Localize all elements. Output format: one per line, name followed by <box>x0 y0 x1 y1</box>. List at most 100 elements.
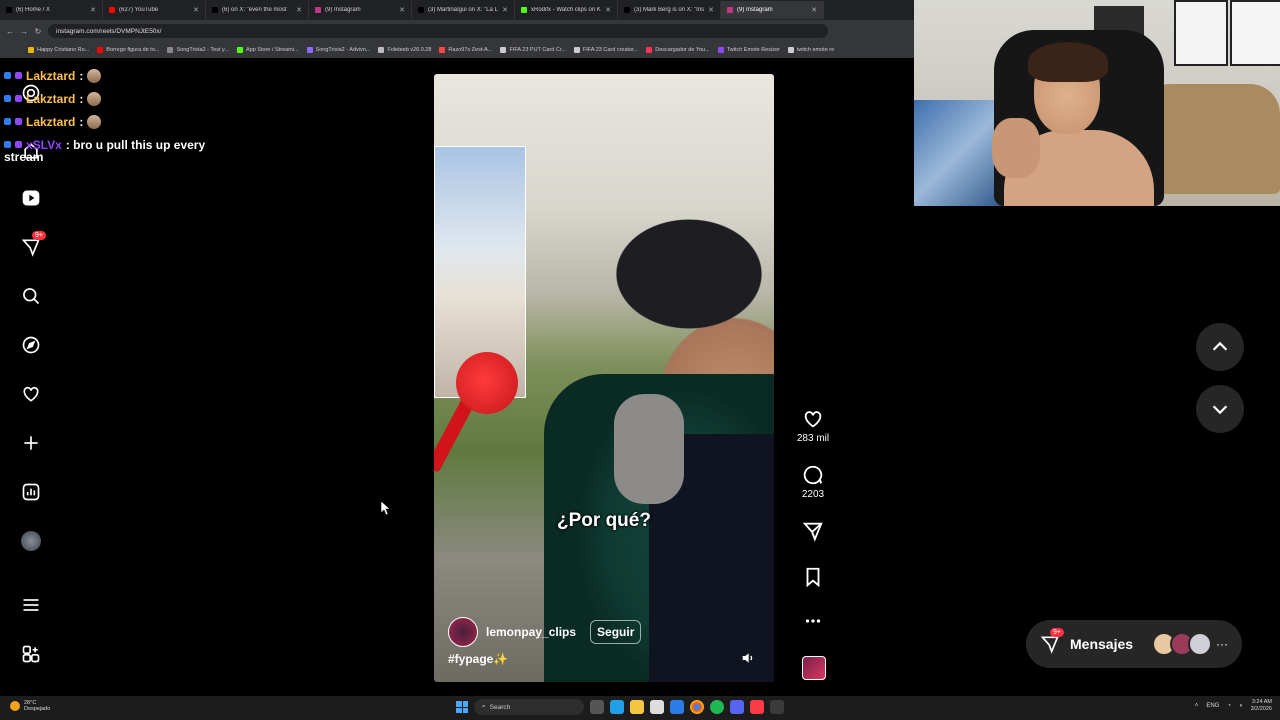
bookmark-item[interactable]: Descargador de You... <box>646 47 710 53</box>
more-options-icon[interactable] <box>796 610 830 632</box>
chat-badge-icon <box>4 141 11 148</box>
discord-icon[interactable] <box>730 700 744 714</box>
author-avatar[interactable] <box>448 617 478 647</box>
chat-text: : <box>79 91 84 106</box>
chevron-down-icon <box>1212 405 1228 415</box>
bookmark-item[interactable]: FIFA 23 PUT Card Cr... <box>500 47 566 53</box>
bookmark-item[interactable]: FIFA 23 Card creator... <box>573 47 639 53</box>
tab-favicon <box>624 7 630 13</box>
language-indicator[interactable]: ENG <box>1206 703 1219 709</box>
back-icon[interactable]: ← <box>6 27 14 36</box>
comment-icon[interactable] <box>802 464 824 486</box>
tab-close-icon[interactable]: ✕ <box>399 6 405 14</box>
bookmark-label: SongTrivia2 - Test y... <box>176 47 229 53</box>
bookmark-item[interactable]: twitch emote re <box>787 47 834 53</box>
wifi-icon[interactable]: ◔ <box>1227 703 1231 709</box>
browser-tab[interactable]: (627) YouTube ✕ <box>103 1 206 19</box>
next-reel-button[interactable] <box>1196 385 1244 433</box>
profile-avatar[interactable] <box>18 528 44 554</box>
reels-icon[interactable] <box>18 185 44 211</box>
reel-video[interactable]: ¿Por qué? lemonpay_clips Seguir #fypage✨ <box>434 74 774 682</box>
bookmark-item[interactable]: Twitch Emote Resizer <box>717 47 780 53</box>
video-caption: ¿Por qué? <box>557 510 651 531</box>
tab-close-icon[interactable]: ✕ <box>193 6 199 14</box>
obs-icon[interactable] <box>770 700 784 714</box>
bookmark-item[interactable]: App Store / Streami... <box>236 47 299 53</box>
heart-icon[interactable] <box>18 381 44 407</box>
clock[interactable]: 3:24 AM 3/2/2026 <box>1251 699 1272 713</box>
store-icon[interactable] <box>650 700 664 714</box>
menu-icon[interactable] <box>18 592 44 618</box>
dashboard-icon[interactable] <box>18 479 44 505</box>
previous-reel-button[interactable] <box>1196 323 1244 371</box>
bookmark-item[interactable]: SongTrivia2 - Test y... <box>167 47 229 53</box>
task-view-icon[interactable] <box>590 700 604 714</box>
bookmark-item[interactable]: Razo97s Zest-A... <box>439 47 492 53</box>
more-dots-icon: ··· <box>1216 637 1228 651</box>
browser-tab-bar: (6) Home / X ✕ (627) YouTube ✕ (6) on X: "ev… <box>0 0 914 20</box>
bookmark-item[interactable]: SongTrivia2 - Advivn... <box>306 47 370 53</box>
bookmark-item[interactable]: Happy Cristiano Ro... <box>28 47 89 53</box>
chat-badge-icon <box>15 118 22 125</box>
like-heart-icon[interactable] <box>802 408 824 430</box>
bookmark-favicon <box>439 47 446 53</box>
tab-close-icon[interactable]: ✕ <box>708 6 714 14</box>
browser-tab[interactable]: (6) Home / X ✕ <box>0 1 103 19</box>
weather-widget[interactable]: 28°C Despejado <box>10 700 50 712</box>
browser-tab[interactable]: (3) MartinaIgui on X: "La Liga ✕ <box>412 1 515 19</box>
browser-tab[interactable]: (6) on X: "even the most ✕ <box>206 1 309 19</box>
sun-icon <box>10 701 20 711</box>
browser-tab[interactable]: xRodifx - Watch clips on Kick ✕ <box>515 1 618 19</box>
tab-close-icon[interactable]: ✕ <box>605 6 611 14</box>
follow-button[interactable]: Seguir <box>590 620 642 644</box>
bookmark-label: FIFA 23 Card creator... <box>582 47 639 53</box>
reel-hashtag[interactable]: #fypage✨ <box>448 652 508 666</box>
author-username[interactable]: lemonpay_clips <box>486 625 576 639</box>
like-count: 283 mil <box>796 433 830 444</box>
file-explorer-icon[interactable] <box>630 700 644 714</box>
share-icon[interactable] <box>802 520 824 542</box>
person-collar <box>614 394 684 504</box>
messages-button[interactable]: 9+ Mensajes ··· <box>1026 620 1242 668</box>
browser-tab[interactable]: (9) Instagram ✕ <box>309 1 412 19</box>
forward-icon[interactable]: → <box>20 27 28 36</box>
create-icon[interactable] <box>18 430 44 456</box>
tab-title: (9) Instagram <box>737 7 773 13</box>
reload-icon[interactable]: ↻ <box>34 27 42 36</box>
spotify-icon[interactable] <box>710 700 724 714</box>
volume-tray-icon[interactable]: ◖ <box>1239 703 1243 709</box>
tray-chevron-icon[interactable]: ˄ <box>1195 703 1199 709</box>
chrome-icon[interactable] <box>690 700 704 714</box>
bookmark-icon[interactable] <box>802 566 824 588</box>
reel-author: lemonpay_clips Seguir <box>448 617 642 647</box>
bookmark-favicon <box>28 47 34 53</box>
tab-close-icon[interactable]: ✕ <box>502 6 508 14</box>
browser-tab[interactable]: (9) Instagram ✕ <box>721 1 824 19</box>
bookmark-favicon <box>646 47 653 53</box>
more-apps-icon[interactable] <box>18 641 44 667</box>
mail-icon[interactable] <box>670 700 684 714</box>
edge-icon[interactable] <box>610 700 624 714</box>
bookmark-label: Twitch Emote Resizer <box>726 47 780 53</box>
taskbar-search[interactable]: ⌕ Search <box>474 699 584 715</box>
url-field[interactable]: instagram.com/reels/DVMPNJtE50x/ <box>48 24 828 38</box>
music-icon[interactable] <box>750 700 764 714</box>
messages-icon[interactable]: 9+ <box>18 231 46 260</box>
like-action: 283 mil <box>796 408 830 444</box>
audio-thumbnail[interactable] <box>802 656 826 680</box>
tab-close-icon[interactable]: ✕ <box>811 6 817 14</box>
tab-close-icon[interactable]: ✕ <box>296 6 302 14</box>
volume-icon[interactable] <box>740 650 756 666</box>
tab-title: (6) on X: "even the most <box>222 7 287 13</box>
chat-message: Lakztard: <box>4 64 264 87</box>
tab-close-icon[interactable]: ✕ <box>90 6 96 14</box>
search-icon[interactable] <box>18 283 44 309</box>
bookmark-favicon <box>717 47 724 53</box>
messages-label: Mensajes <box>1070 636 1134 652</box>
explore-icon[interactable] <box>18 332 44 358</box>
windows-start-icon[interactable] <box>456 701 468 713</box>
wall-jersey-frame <box>1230 0 1280 66</box>
bookmark-item[interactable]: Borrego figura de to... <box>97 47 159 53</box>
bookmark-item[interactable]: Foleteeb v26.0.28 <box>378 47 431 53</box>
browser-tab[interactable]: (3) Mark Berg is on X: "Ins ✕ <box>618 1 721 19</box>
